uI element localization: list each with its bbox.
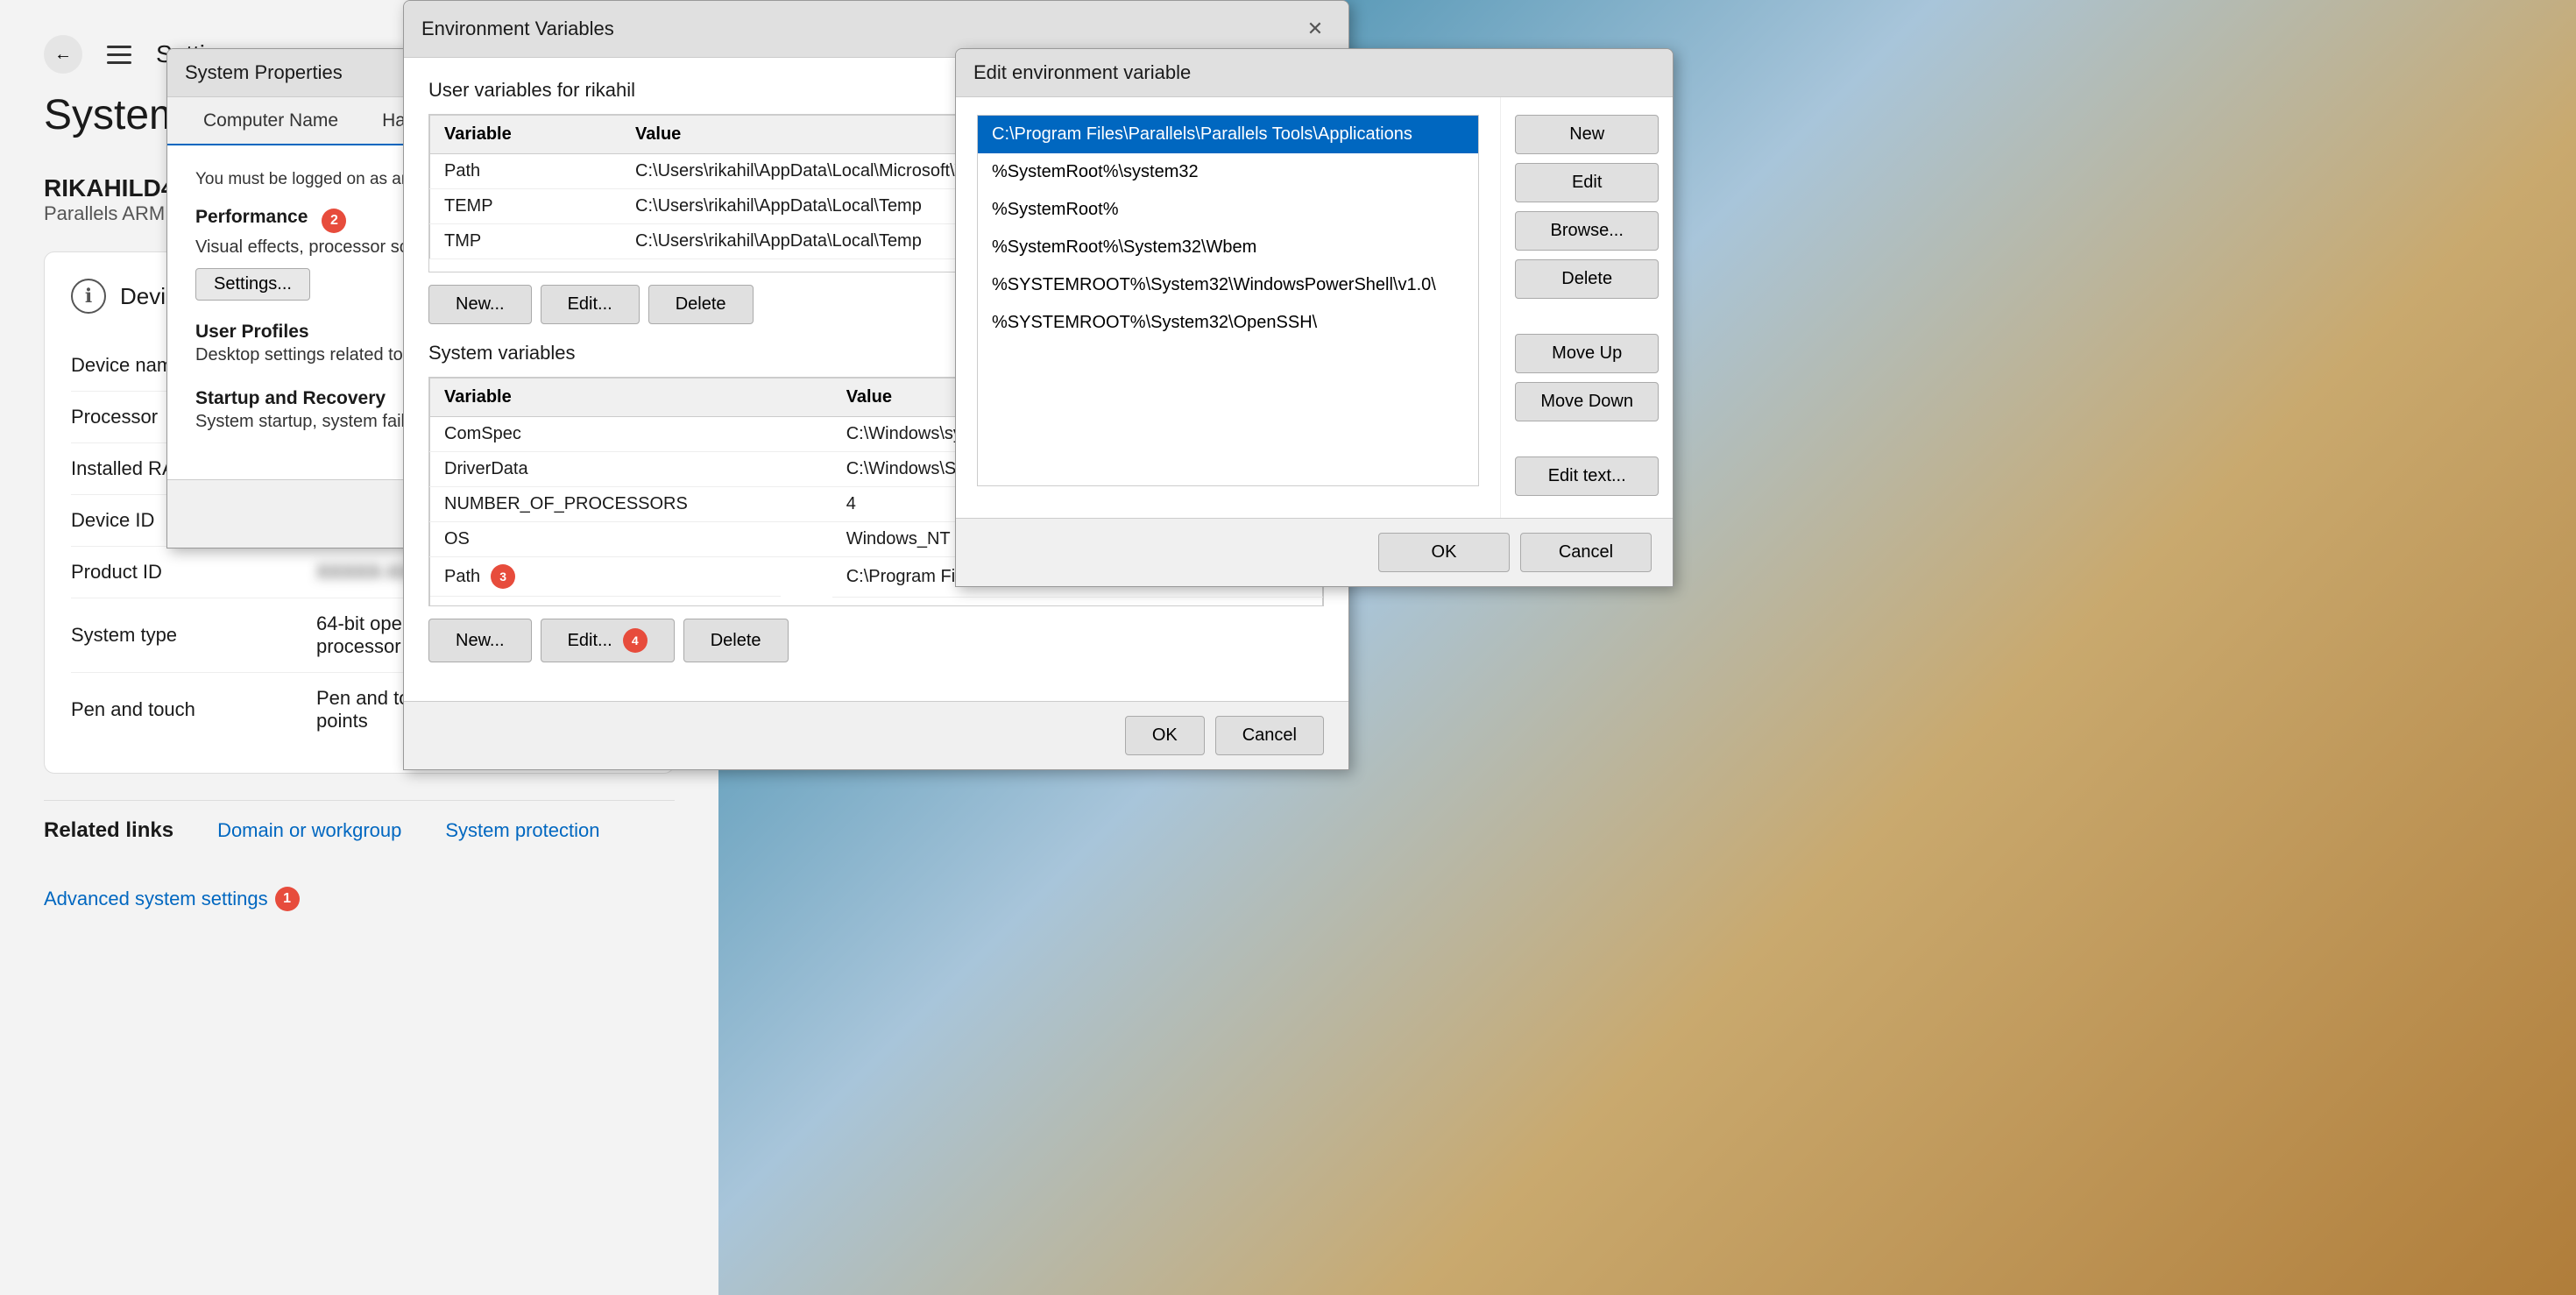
edit-env-browse-btn[interactable]: Browse... [1515,211,1659,251]
spec-label-product-id: Product ID [71,561,316,584]
sys-var-pathext: PATHEXT [430,597,832,605]
user-vars-delete-btn[interactable]: Delete [648,285,754,324]
user-vars-new-btn[interactable]: New... [428,285,532,324]
user-var-temp: TEMP [430,189,622,224]
env-vars-ok-btn[interactable]: OK [1125,716,1205,755]
edit-env-move-down-btn[interactable]: Move Down [1515,382,1659,421]
performance-settings-btn[interactable]: Settings... [195,268,310,301]
related-link-advanced-settings[interactable]: Advanced system settings 1 [44,887,300,911]
nav-hamburger-button[interactable] [100,35,138,74]
edit-env-ok-btn[interactable]: OK [1378,533,1510,572]
info-icon: ℹ [71,279,106,314]
edit-env-move-up-btn[interactable]: Move Up [1515,334,1659,373]
edit-env-body: C:\Program Files\Parallels\Parallels Too… [956,97,1500,518]
path-badge: 3 [491,564,515,589]
edit-env-title: Edit environment variable [973,61,1191,84]
edit-env-edit-text-btn[interactable]: Edit text... [1515,456,1659,496]
list-item[interactable]: %SystemRoot%\System32\Wbem [978,229,1478,266]
tab-computer-name[interactable]: Computer Name [181,97,360,144]
edit-env-content: C:\Program Files\Parallels\Parallels Too… [956,97,1673,518]
related-link-system-protection[interactable]: System protection [445,819,599,842]
edit-env-new-btn[interactable]: New [1515,115,1659,154]
edit-env-list[interactable]: C:\Program Files\Parallels\Parallels Too… [977,115,1479,486]
list-item[interactable]: %SYSTEMROOT%\System32\WindowsPowerShell\… [978,266,1478,304]
startup-recovery-title: Startup and Recovery [195,388,386,408]
performance-badge: 2 [322,209,346,233]
edit-env-cancel-btn[interactable]: Cancel [1520,533,1652,572]
edit-env-edit-btn[interactable]: Edit [1515,163,1659,202]
sys-var-comspec: ComSpec [430,417,832,452]
sys-var-num-processors: NUMBER_OF_PROCESSORS [430,487,832,522]
system-props-title: System Properties [185,61,343,84]
user-var-path: Path [430,154,622,189]
table-row[interactable]: PATHEXT .COM;.EXE;.BAT;.CMD;.VBS;.VBE;.J… [430,597,1323,605]
settings-main-title: System [44,91,184,139]
list-item[interactable]: %SystemRoot%\system32 [978,153,1478,191]
edit-env-footer: OK Cancel [956,518,1673,586]
list-item[interactable]: %SYSTEMROOT%\System32\OpenSSH\ [978,304,1478,342]
sys-vars-buttons: New... Edit... 4 Delete [428,619,1324,662]
spec-label-pen-touch: Pen and touch [71,698,316,721]
sys-var-driverdata: DriverData [430,452,832,487]
related-link-domain[interactable]: Domain or workgroup [217,819,401,842]
sys-var-pathext-value: .COM;.EXE;.BAT;.CMD;.VBS;.VBE;.JS;.JSE;.… [832,597,1323,605]
env-vars-footer: OK Cancel [404,701,1348,769]
sys-vars-delete-btn[interactable]: Delete [683,619,789,662]
list-item[interactable]: %SystemRoot% [978,191,1478,229]
advanced-settings-badge: 1 [275,887,300,911]
performance-title: Performance [195,207,308,228]
user-var-tmp: TMP [430,224,622,259]
sys-vars-edit-btn[interactable]: Edit... 4 [541,619,675,662]
nav-back-button[interactable]: ← [44,35,82,74]
desktop: modify 🍎 Mac Files 🗑️ Recycle Bin ← Sett… [0,0,2576,1295]
user-profiles-title: User Profiles [195,322,309,342]
edit-env-delete-btn[interactable]: Delete [1515,259,1659,299]
edit-env-sidebar: New Edit Browse... Delete Move Up Move D… [1500,97,1673,518]
env-vars-title: Environment Variables [421,18,614,40]
edit-env-dialog: Edit environment variable C:\Program Fil… [955,48,1674,587]
user-vars-col-variable: Variable [430,116,622,154]
edit-badge: 4 [623,628,648,653]
related-links: Related links Domain or workgroup System… [44,800,675,929]
user-vars-edit-btn[interactable]: Edit... [541,285,640,324]
env-vars-cancel-btn[interactable]: Cancel [1215,716,1324,755]
spec-label-system-type: System type [71,624,316,647]
list-item[interactable]: C:\Program Files\Parallels\Parallels Too… [978,116,1478,153]
sys-var-path: Path 3 [430,557,781,597]
edit-env-titlebar: Edit environment variable [956,49,1673,97]
env-vars-close-btn[interactable]: ✕ [1299,13,1331,45]
related-links-label: Related links [44,818,173,843]
sys-vars-new-btn[interactable]: New... [428,619,532,662]
sys-vars-col-variable: Variable [430,379,832,417]
sys-var-os: OS [430,522,832,557]
